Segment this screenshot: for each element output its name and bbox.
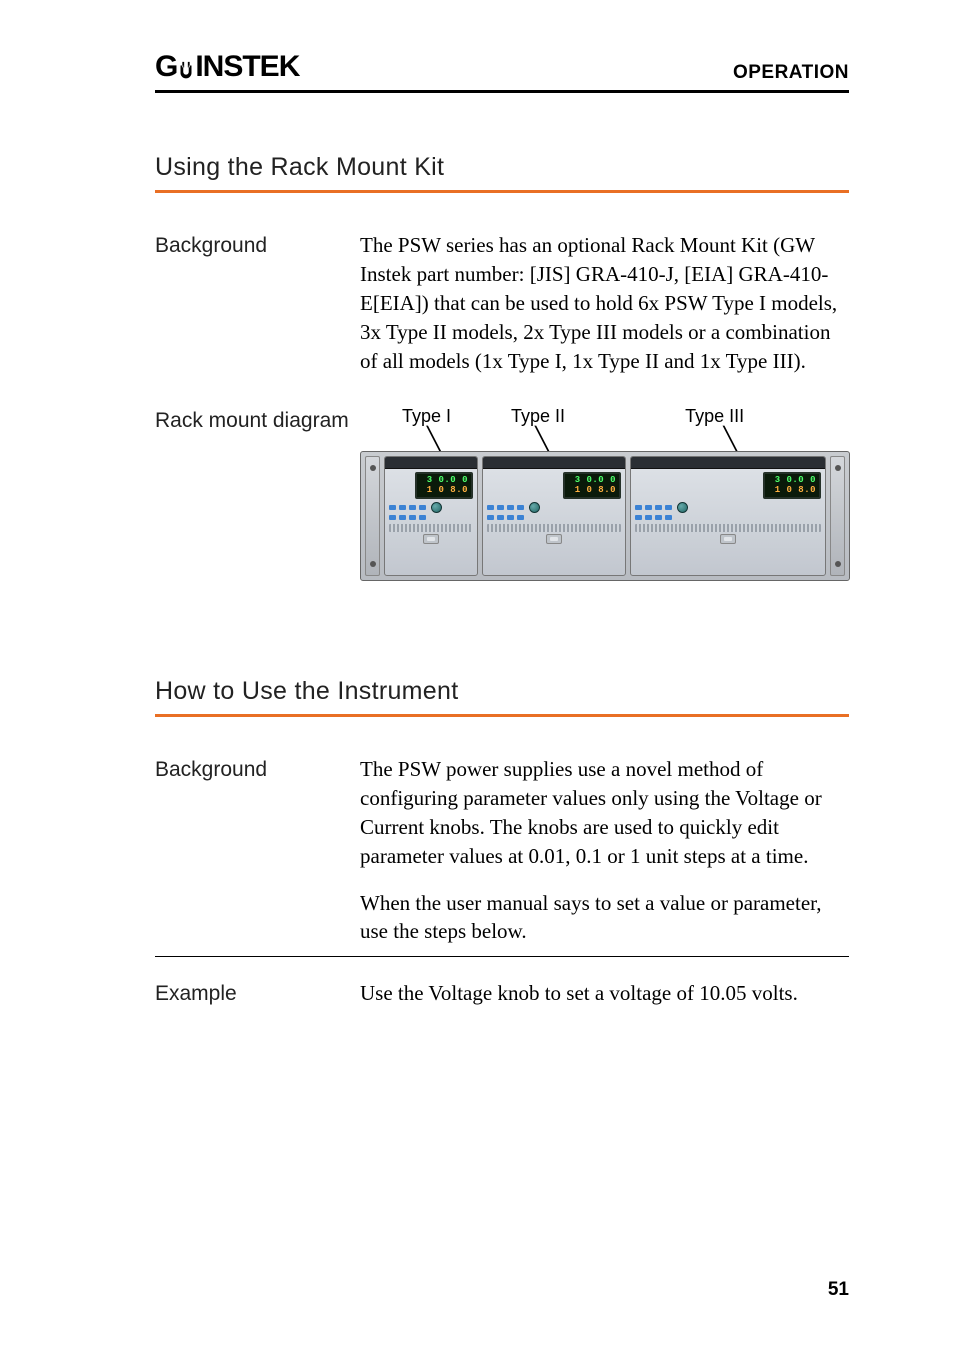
rack-ear-left bbox=[365, 456, 380, 576]
label-example: Example bbox=[155, 979, 360, 1008]
page-header: G INSTEK OPERATION bbox=[155, 50, 849, 93]
port-icon bbox=[546, 534, 562, 544]
psw-unit-type-3: 3 0.0 0 1 0 8.0 bbox=[630, 456, 826, 576]
label-background: Background bbox=[155, 231, 360, 376]
label-background: Background bbox=[155, 755, 360, 947]
type-1-label: Type I bbox=[402, 406, 451, 427]
psw-unit-type-2: 3 0.0 0 1 0 8.0 bbox=[482, 456, 626, 576]
rack-diagram: Type I Type II Type III ╲ ╲ ╲ 3 0.0 0 1 … bbox=[360, 406, 850, 581]
page-number: 51 bbox=[828, 1279, 849, 1301]
port-icon bbox=[423, 534, 439, 544]
unit-display: 3 0.0 0 1 0 8.0 bbox=[415, 472, 473, 499]
rack-background-text: The PSW series has an optional Rack Moun… bbox=[360, 231, 849, 376]
rack-ear-right bbox=[830, 456, 845, 576]
pointer-icon: ╲ bbox=[724, 429, 737, 449]
logo-letter-g: G bbox=[155, 50, 177, 84]
type-2-label: Type II bbox=[511, 406, 565, 427]
unit-display: 3 0.0 0 1 0 8.0 bbox=[563, 472, 621, 499]
type-3-label: Type III bbox=[685, 406, 744, 427]
psw-unit-type-1: 3 0.0 0 1 0 8.0 bbox=[384, 456, 478, 576]
pointer-icon: ╲ bbox=[535, 429, 548, 449]
use-background-text: The PSW power supplies use a novel metho… bbox=[360, 755, 849, 947]
brand-text: INSTEK bbox=[195, 50, 299, 84]
unit-display: 3 0.0 0 1 0 8.0 bbox=[763, 472, 821, 499]
dial-icon bbox=[677, 502, 688, 513]
section-heading-use: How to Use the Instrument bbox=[155, 677, 849, 717]
dial-icon bbox=[431, 502, 442, 513]
plug-icon bbox=[175, 56, 197, 78]
pointer-icon: ╲ bbox=[427, 429, 440, 449]
header-section-name: OPERATION bbox=[733, 62, 849, 84]
dial-icon bbox=[529, 502, 540, 513]
type-pointers: ╲ ╲ ╲ bbox=[360, 429, 850, 449]
rack-illustration: 3 0.0 0 1 0 8.0 3 0.0 0 1 0 8.0 bbox=[360, 451, 850, 581]
type-labels: Type I Type II Type III bbox=[360, 406, 850, 427]
example-text: Use the Voltage knob to set a voltage of… bbox=[360, 979, 849, 1008]
brand-logo: G INSTEK bbox=[155, 50, 299, 84]
port-icon bbox=[720, 534, 736, 544]
label-rack-diagram: Rack mount diagram bbox=[155, 406, 360, 581]
section-heading-rack: Using the Rack Mount Kit bbox=[155, 153, 849, 193]
